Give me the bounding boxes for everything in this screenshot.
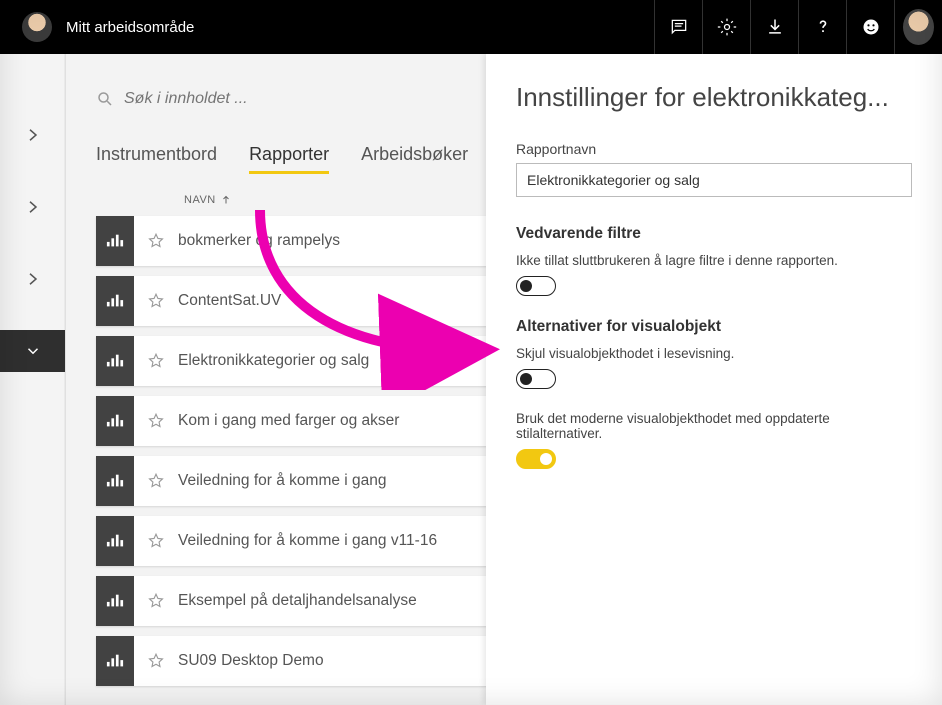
help-icon[interactable] bbox=[798, 0, 846, 54]
favorite-star-icon[interactable] bbox=[134, 472, 178, 490]
top-bar: Mitt arbeidsområde bbox=[0, 0, 942, 54]
visual-options-heading: Alternativer for visualobjekt bbox=[516, 318, 912, 336]
search-row[interactable] bbox=[96, 90, 456, 108]
hide-visual-header-toggle[interactable] bbox=[516, 369, 556, 389]
workspace-title: Mitt arbeidsområde bbox=[66, 19, 654, 36]
report-name: Veiledning for å komme i gang bbox=[178, 472, 387, 490]
rail-item-3[interactable] bbox=[0, 258, 65, 300]
favorite-star-icon[interactable] bbox=[134, 412, 178, 430]
report-row[interactable]: Kom i gang med farger og akser bbox=[96, 396, 496, 446]
sort-asc-icon bbox=[220, 194, 232, 206]
report-name-label: Rapportnavn bbox=[516, 141, 912, 157]
report-name: Eksempel på detaljhandelsanalyse bbox=[178, 592, 417, 610]
search-icon bbox=[96, 90, 114, 108]
workspace-avatar bbox=[22, 12, 52, 42]
report-row[interactable]: Elektronikkategorier og salg bbox=[96, 336, 496, 386]
favorite-star-icon[interactable] bbox=[134, 292, 178, 310]
report-type-icon bbox=[96, 336, 134, 386]
user-avatar[interactable] bbox=[894, 0, 942, 54]
rail-item-4-selected[interactable] bbox=[0, 330, 65, 372]
report-type-icon bbox=[96, 276, 134, 326]
report-row[interactable]: ContentSat.UV bbox=[96, 276, 496, 326]
settings-panel: Innstillinger for elektronikkateg... Rap… bbox=[486, 54, 942, 705]
persistent-filters-toggle[interactable] bbox=[516, 276, 556, 296]
favorite-star-icon[interactable] bbox=[134, 592, 178, 610]
favorite-star-icon[interactable] bbox=[134, 652, 178, 670]
favorite-star-icon[interactable] bbox=[134, 532, 178, 550]
report-type-icon bbox=[96, 636, 134, 686]
report-row[interactable]: SU09 Desktop Demo bbox=[96, 636, 496, 686]
tab-reports[interactable]: Rapporter bbox=[249, 144, 329, 174]
panel-title: Innstillinger for elektronikkateg... bbox=[516, 82, 912, 113]
report-name-input[interactable] bbox=[516, 163, 912, 197]
report-name: Elektronikkategorier og salg bbox=[178, 352, 369, 370]
feedback-smiley-icon[interactable] bbox=[846, 0, 894, 54]
report-row[interactable]: Veiledning for å komme i gang v11-16 bbox=[96, 516, 496, 566]
report-name: bokmerker og rampelys bbox=[178, 232, 340, 250]
report-type-icon bbox=[96, 456, 134, 506]
favorite-star-icon[interactable] bbox=[134, 352, 178, 370]
persistent-filters-heading: Vedvarende filtre bbox=[516, 225, 912, 243]
report-type-icon bbox=[96, 516, 134, 566]
topbar-actions bbox=[654, 0, 942, 54]
report-row[interactable]: Eksempel på detaljhandelsanalyse bbox=[96, 576, 496, 626]
report-name: ContentSat.UV bbox=[178, 292, 281, 310]
report-name: SU09 Desktop Demo bbox=[178, 652, 324, 670]
report-type-icon bbox=[96, 576, 134, 626]
report-name: Veiledning for å komme i gang v11-16 bbox=[178, 532, 437, 550]
report-row[interactable]: Veiledning for å komme i gang bbox=[96, 456, 496, 506]
modern-header-text: Bruk det moderne visualobjekthodet med o… bbox=[516, 411, 912, 441]
download-icon[interactable] bbox=[750, 0, 798, 54]
modern-header-toggle[interactable] bbox=[516, 449, 556, 469]
persistent-filters-text: Ikke tillat sluttbrukeren å lagre filtre… bbox=[516, 253, 912, 268]
search-input[interactable] bbox=[124, 90, 424, 108]
hide-visual-header-text: Skjul visualobjekthodet i lesevisning. bbox=[516, 346, 912, 361]
tab-workbooks[interactable]: Arbeidsbøker bbox=[361, 144, 468, 174]
favorite-star-icon[interactable] bbox=[134, 232, 178, 250]
report-name: Kom i gang med farger og akser bbox=[178, 412, 399, 430]
tab-dashboards[interactable]: Instrumentbord bbox=[96, 144, 217, 174]
settings-gear-icon[interactable] bbox=[702, 0, 750, 54]
comments-icon[interactable] bbox=[654, 0, 702, 54]
column-name-label: NAVN bbox=[184, 194, 216, 206]
report-row[interactable]: bokmerker og rampelys bbox=[96, 216, 496, 266]
rail-item-2[interactable] bbox=[0, 186, 65, 228]
report-type-icon bbox=[96, 396, 134, 446]
rail-item-1[interactable] bbox=[0, 114, 65, 156]
report-type-icon bbox=[96, 216, 134, 266]
left-nav-rail bbox=[0, 54, 66, 705]
